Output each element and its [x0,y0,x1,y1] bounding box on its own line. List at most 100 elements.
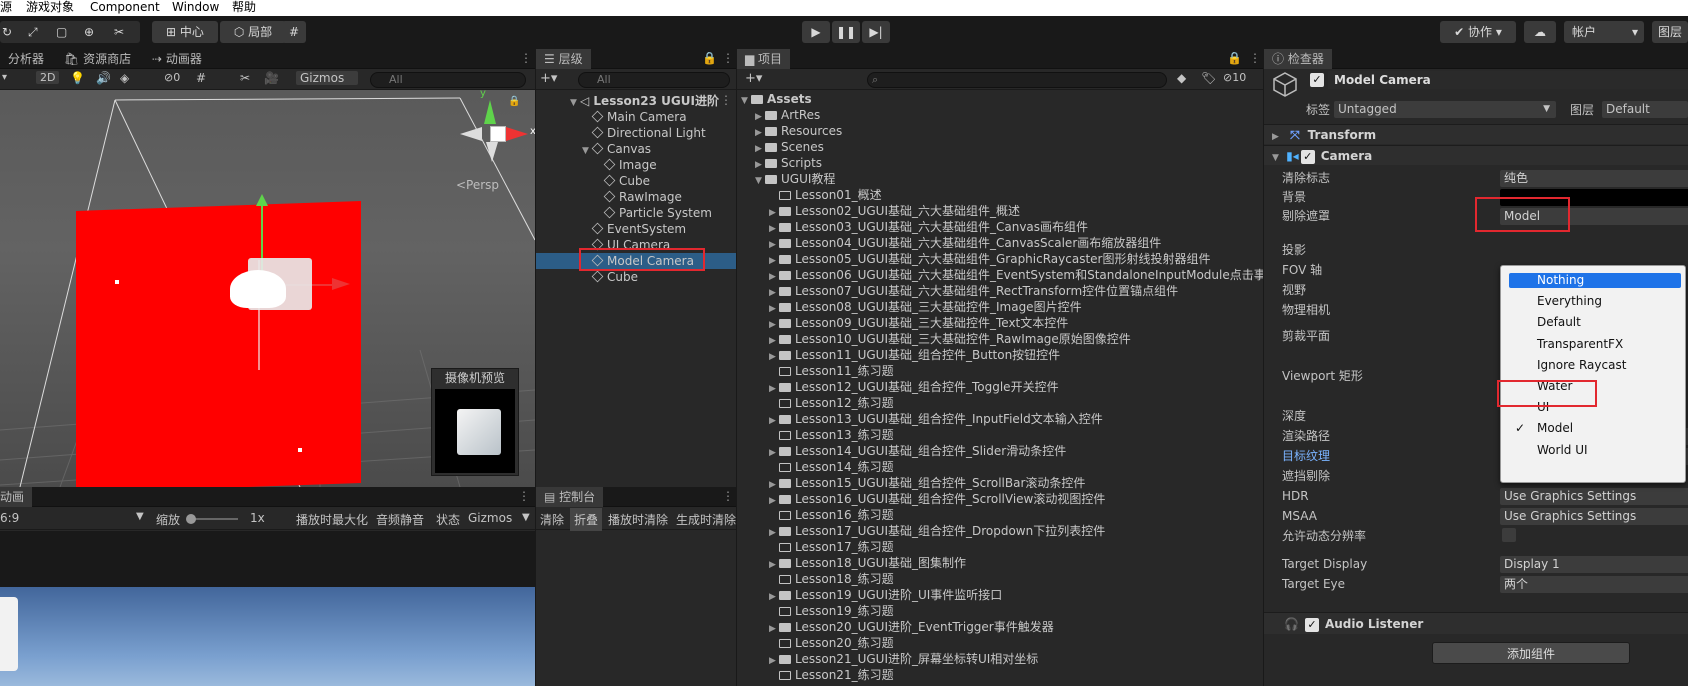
console-clear-on-build-button[interactable]: 生成时清除 [676,511,736,528]
culling-mask-option[interactable]: Everything [1501,291,1673,311]
scale-slider[interactable] [186,514,238,524]
account-dropdown[interactable]: 帐户 ▾ [1564,21,1644,43]
project-tree-item[interactable]: ▶ Lesson17_UGUI基础_组合控件_Dropdown下拉列表控件 [769,523,1105,539]
project-tree-item[interactable]: ▶ Lesson10_UGUI基础_三大基础控件_RawImage原始图像控件 [769,331,1131,347]
fold-arrow-icon[interactable]: ▼ [755,173,765,189]
kebab-menu-icon[interactable]: ⋮ [1249,51,1261,65]
kebab-menu-icon[interactable]: ⋮ [518,489,530,503]
tag-dropdown[interactable]: Untagged ▼ [1334,101,1556,118]
project-tree-item[interactable]: ▶ Lesson07_UGUI基础_六大基础组件_RectTransform控件位… [769,283,1178,299]
hidden-objects-toggle[interactable]: ⊘0 [164,71,180,84]
axis-center-cube-icon[interactable] [490,126,506,142]
lighting-icon[interactable]: 💡 [70,71,85,85]
project-search-input[interactable]: ⌕ [867,72,1167,88]
rotate-tool-icon[interactable]: ↻ [2,21,12,43]
rect-handle[interactable] [298,448,302,452]
hierarchy-item[interactable]: Model Camera [536,253,736,269]
hierarchy-item[interactable]: RawImage [594,189,682,205]
tab-game[interactable]: 动画 [0,487,33,507]
project-tree-item[interactable]: ▶ Lesson21_UGUI进阶_屏幕坐标转UI相对坐标 [769,651,1038,667]
project-tree-item[interactable]: Lesson14_练习题 [769,459,894,475]
gizmos-dropdown[interactable]: Gizmos [296,71,359,85]
culling-mask-option[interactable]: Water [1501,376,1673,396]
rect-tool-icon[interactable]: ▢ [56,21,67,43]
project-tree-item[interactable]: ▶ Lesson18_UGUI基础_图集制作 [769,555,966,571]
culling-mask-option[interactable]: UI [1501,397,1673,417]
culling-mask-option[interactable]: Ignore Raycast [1501,355,1673,375]
kebab-menu-icon[interactable]: ⋮ [722,489,734,503]
menu-item-assets[interactable]: 源 [0,0,12,14]
gizmos-toggle[interactable]: Gizmos [468,511,512,525]
project-tree-item[interactable]: ▶ Lesson09_UGUI基础_三大基础控件_Text文本控件 [769,315,1068,331]
hierarchy-search-input[interactable]: All [578,72,730,88]
hierarchy-item[interactable]: Main Camera [582,109,687,125]
project-tree-item[interactable]: Lesson16_练习题 [769,507,894,523]
active-checkbox[interactable]: ✓ [1310,73,1324,87]
culling-mask-option[interactable]: World UI [1501,440,1673,460]
camera-field-value[interactable] [1500,189,1688,206]
camera-field-value[interactable]: Use Graphics Settings [1500,488,1688,505]
chevron-down-icon[interactable]: ▾ [2,72,7,83]
project-tree-item[interactable]: ▶ Lesson15_UGUI基础_组合控件_ScrollBar滚动条控件 [769,475,1085,491]
hierarchy-item[interactable]: Particle System [594,205,712,221]
hierarchy-item[interactable]: ▼ Canvas [582,141,651,157]
project-tree-item[interactable]: Lesson13_练习题 [769,427,894,443]
camera-field-value[interactable] [1502,528,1516,542]
camera-field-value[interactable]: Display 1 [1500,556,1688,573]
collab-button[interactable]: ✔ 协作 ▾ [1440,21,1516,43]
tools-icon[interactable]: ✂ [240,71,250,85]
audio-icon[interactable]: 🔊 [96,71,111,85]
create-add-button[interactable]: +▾ [745,71,762,86]
culling-mask-option[interactable]: ✓ Model [1501,418,1673,438]
hierarchy-item[interactable]: Cube [582,269,638,285]
mute-audio-toggle[interactable]: 音频静音 [376,511,424,528]
camera-component-header[interactable]: ▼ ▮◂ ✓ Camera [1264,145,1688,165]
lock-icon[interactable]: 🔒 [702,51,717,65]
menu-item-gameobject[interactable]: 游戏对象 [26,0,74,14]
tab-hierarchy[interactable]: ☰ 层级 [536,49,591,69]
project-tree-item[interactable]: ▼ UGUI教程 [755,171,835,187]
project-tree-item[interactable]: Lesson17_练习题 [769,539,894,555]
step-button[interactable]: ▶| [862,21,890,43]
project-tree-item[interactable]: ▶ Resources [755,123,842,139]
axis-x-cone-icon[interactable] [506,127,528,141]
toggle-2d-button[interactable]: 2D [36,71,60,84]
hierarchy-item[interactable]: UI Camera [582,237,670,253]
effects-icon[interactable]: ◈ [120,71,129,85]
project-tree-item[interactable]: ▶ Scripts [755,155,822,171]
tab-console[interactable]: ▤ 控制台 [536,487,604,507]
culling-mask-option[interactable]: Default [1501,312,1673,332]
axis-neg-x-cone-icon[interactable] [460,127,482,141]
maximize-on-play-toggle[interactable]: 播放时最大化 [296,511,368,528]
project-tree-item[interactable]: ▶ Lesson19_UGUI进阶_UI事件监听接口 [769,587,1002,603]
hierarchy-item[interactable]: Cube [594,173,650,189]
hierarchy-item[interactable]: Directional Light [582,125,706,141]
project-tree-item[interactable]: Lesson12_练习题 [769,395,894,411]
project-tree-item[interactable]: ▶ Lesson04_UGUI基础_六大基础组件_CanvasScaler画布缩放… [769,235,1161,251]
game-viewport[interactable] [0,587,535,686]
lock-icon[interactable]: 🔒 [1227,51,1242,65]
pause-button[interactable]: ❚❚ [832,21,860,43]
kebab-menu-icon[interactable]: ⋮ [722,51,734,65]
project-tree-item[interactable]: ▶ Lesson20_UGUI进阶_EventTrigger事件触发器 [769,619,1054,635]
pivot-center-button[interactable]: ⊞ 中心 [152,21,218,43]
stats-toggle[interactable]: 状态 [436,511,460,528]
console-clear-button[interactable]: 清除 [540,511,564,528]
culling-mask-option[interactable]: Nothing [1509,273,1681,288]
scene-viewport[interactable]: y x 🔒 <Persp 摄像机预览 [0,88,535,487]
layers-dropdown[interactable]: 图层 [1652,21,1688,43]
project-tree-item[interactable]: ▶ Lesson05_UGUI基础_六大基础组件_GraphicRaycaster… [769,251,1210,267]
camera-field-value[interactable]: 两个 [1500,576,1688,593]
camera-field-value[interactable]: Model [1500,208,1688,225]
camera-field-value[interactable]: Use Graphics Settings [1500,508,1688,525]
create-add-button[interactable]: +▾ [540,71,557,86]
orientation-gizmo[interactable]: y x 🔒 [450,88,535,176]
kebab-menu-icon[interactable]: ⋮ [720,93,732,107]
custom-tool-icon[interactable]: ✂ [114,21,124,43]
console-collapse-button[interactable]: 折叠 [570,508,603,531]
transform-component-header[interactable]: ▶ ⤧ Transform [1264,124,1688,144]
project-tree-item[interactable]: ▶ Lesson08_UGUI基础_三大基础控件_Image图片控件 [769,299,1082,315]
project-tree-item[interactable]: Lesson18_练习题 [769,571,894,587]
tab-inspector[interactable]: ⓘ 检查器 [1264,49,1332,69]
camera-enabled-checkbox[interactable]: ✓ [1300,149,1315,164]
